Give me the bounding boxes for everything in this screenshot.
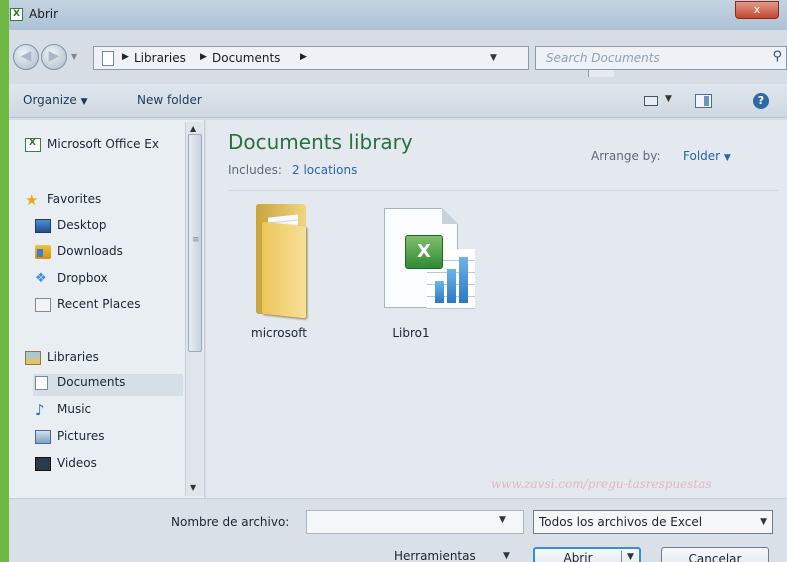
navigation-pane: Microsoft Office Ex ★ Favorites Desktop … (9, 120, 205, 498)
open-button-label: Abrir (563, 551, 593, 562)
recent-pages-chevron-icon[interactable]: ▼ (71, 52, 77, 61)
grip-icon: ≡ (192, 235, 200, 245)
preview-pane-icon[interactable] (695, 94, 712, 108)
open-options-chevron-icon[interactable]: ▼ (627, 552, 634, 562)
file-name: microsoft (251, 326, 307, 340)
music-icon: ♪ (35, 401, 45, 419)
sidebar-item-label: Dropbox (57, 271, 108, 285)
arrange-by-value: Folder (683, 149, 721, 163)
breadcrumb-separator-icon[interactable]: ▶ (200, 52, 207, 62)
file-item-libro1[interactable]: X Libro1 (356, 196, 475, 346)
scroll-down-icon[interactable]: ▼ (190, 483, 196, 492)
dialog-footer: Nombre de archivo: ▼ Todos los archivos … (9, 498, 787, 562)
new-folder-button[interactable]: New folder (137, 93, 202, 107)
sidebar-scrollbar[interactable]: ▲ ≡ ▼ (185, 122, 203, 496)
folder-front-flap (262, 221, 306, 319)
open-file-dialog: X Abrir x ◀ ▶ ▼ ▶ Libraries ▶ Documents … (9, 0, 787, 562)
breadcrumb-separator-icon[interactable]: ▶ (300, 52, 307, 62)
file-list-pane: Documents library Includes: 2 locations … (206, 120, 787, 498)
includes-label: Includes: (228, 163, 282, 177)
videos-icon (35, 457, 51, 471)
sidebar-item-label: Documents (57, 375, 126, 389)
file-name: Libro1 (392, 326, 430, 340)
library-title: Documents library (228, 130, 413, 154)
file-type-filter-select[interactable]: Todos los archivos de Excel ▼ (533, 510, 773, 534)
star-icon: ★ (25, 191, 39, 209)
file-type-filter-value: Todos los archivos de Excel (539, 515, 703, 529)
downloads-icon (35, 245, 51, 259)
tools-chevron-icon[interactable]: ▼ (503, 551, 510, 561)
sidebar-item-label: Recent Places (57, 297, 141, 311)
includes-locations-link[interactable]: 2 locations (292, 163, 357, 177)
sidebar-item-label: Videos (57, 456, 97, 470)
back-button[interactable]: ◀ (13, 44, 39, 70)
chart-bar-graphic (435, 281, 444, 303)
window-title: Abrir (29, 7, 59, 21)
sidebar-item-label: Microsoft Office Ex (47, 137, 159, 151)
watermark-text: www.zavsi.com/pregu-tasrespuestas (491, 477, 712, 491)
excel-logo-icon: X (405, 235, 443, 269)
tools-button[interactable]: Herramientas (394, 549, 476, 562)
libraries-icon (25, 351, 41, 365)
help-icon[interactable]: ? (753, 93, 769, 109)
address-dropdown-icon[interactable]: ▼ (490, 53, 497, 63)
cancel-button[interactable]: Cancelar (661, 547, 769, 562)
filename-label: Nombre de archivo: (171, 515, 290, 529)
excel-app-icon: X (10, 8, 23, 21)
sidebar-item-label: Downloads (57, 244, 123, 258)
sidebar-item-documents[interactable]: Documents (33, 374, 183, 396)
excel-icon (25, 138, 41, 152)
address-row: ◀ ▶ ▼ ▶ Libraries ▶ Documents ▶ ▼ ⟳ Sear… (9, 40, 787, 77)
sidebar-item-label: Music (57, 402, 92, 416)
chart-bar-graphic (447, 269, 456, 303)
split-divider (621, 551, 622, 562)
organize-label: Organize (23, 93, 77, 107)
search-placeholder[interactable]: Search Documents (546, 51, 660, 65)
organize-button[interactable]: Organize ▼ (23, 93, 88, 107)
scrollbar-thumb[interactable]: ≡ (188, 134, 202, 352)
sidebar-item-label: Libraries (47, 350, 99, 364)
sidebar-item-label: Favorites (47, 192, 102, 206)
recent-places-icon (35, 298, 51, 312)
address-bar[interactable]: ▶ Libraries ▶ Documents ▶ ▼ ⟳ (93, 46, 614, 77)
change-view-icon[interactable] (644, 96, 658, 106)
chart-bar-graphic (459, 257, 468, 303)
chevron-down-icon: ▼ (723, 153, 731, 163)
forward-button[interactable]: ▶ (41, 44, 67, 70)
sidebar-item-microsoft-office[interactable]: Microsoft Office Ex (25, 136, 185, 158)
file-item-microsoft[interactable]: microsoft (224, 196, 334, 346)
sidebar-item-label: Desktop (57, 218, 107, 232)
filename-history-chevron-icon[interactable]: ▼ (499, 515, 506, 525)
dropbox-icon: ❖ (35, 271, 47, 286)
header-divider (228, 190, 778, 191)
documents-icon (102, 51, 114, 66)
scroll-up-icon[interactable]: ▲ (190, 124, 196, 133)
open-button[interactable]: Abrir ▼ (533, 547, 641, 562)
documents-icon (35, 376, 48, 390)
search-box[interactable]: Search Documents ⚲ (535, 46, 787, 70)
excel-file-icon: X (384, 208, 475, 309)
arrange-by-dropdown[interactable]: Folder ▼ (683, 149, 731, 163)
breadcrumb-libraries[interactable]: Libraries (134, 51, 186, 65)
chevron-down-icon: ▼ (760, 517, 767, 527)
breadcrumb-separator-icon[interactable]: ▶ (122, 52, 129, 62)
view-options-chevron-icon[interactable]: ▼ (665, 94, 672, 104)
title-bar: X Abrir x (9, 0, 787, 30)
toolbar: Organize ▼ New folder ▼ ? (9, 84, 787, 118)
search-icon[interactable]: ⚲ (772, 49, 782, 64)
chevron-down-icon: ▼ (80, 97, 88, 107)
pictures-icon (35, 430, 51, 444)
close-button[interactable]: x (735, 1, 779, 19)
filename-input[interactable] (306, 510, 524, 534)
arrange-by-label: Arrange by: (591, 149, 661, 163)
desktop-icon (35, 219, 51, 233)
breadcrumb-documents[interactable]: Documents (212, 51, 280, 65)
sidebar-item-label: Pictures (57, 429, 105, 443)
